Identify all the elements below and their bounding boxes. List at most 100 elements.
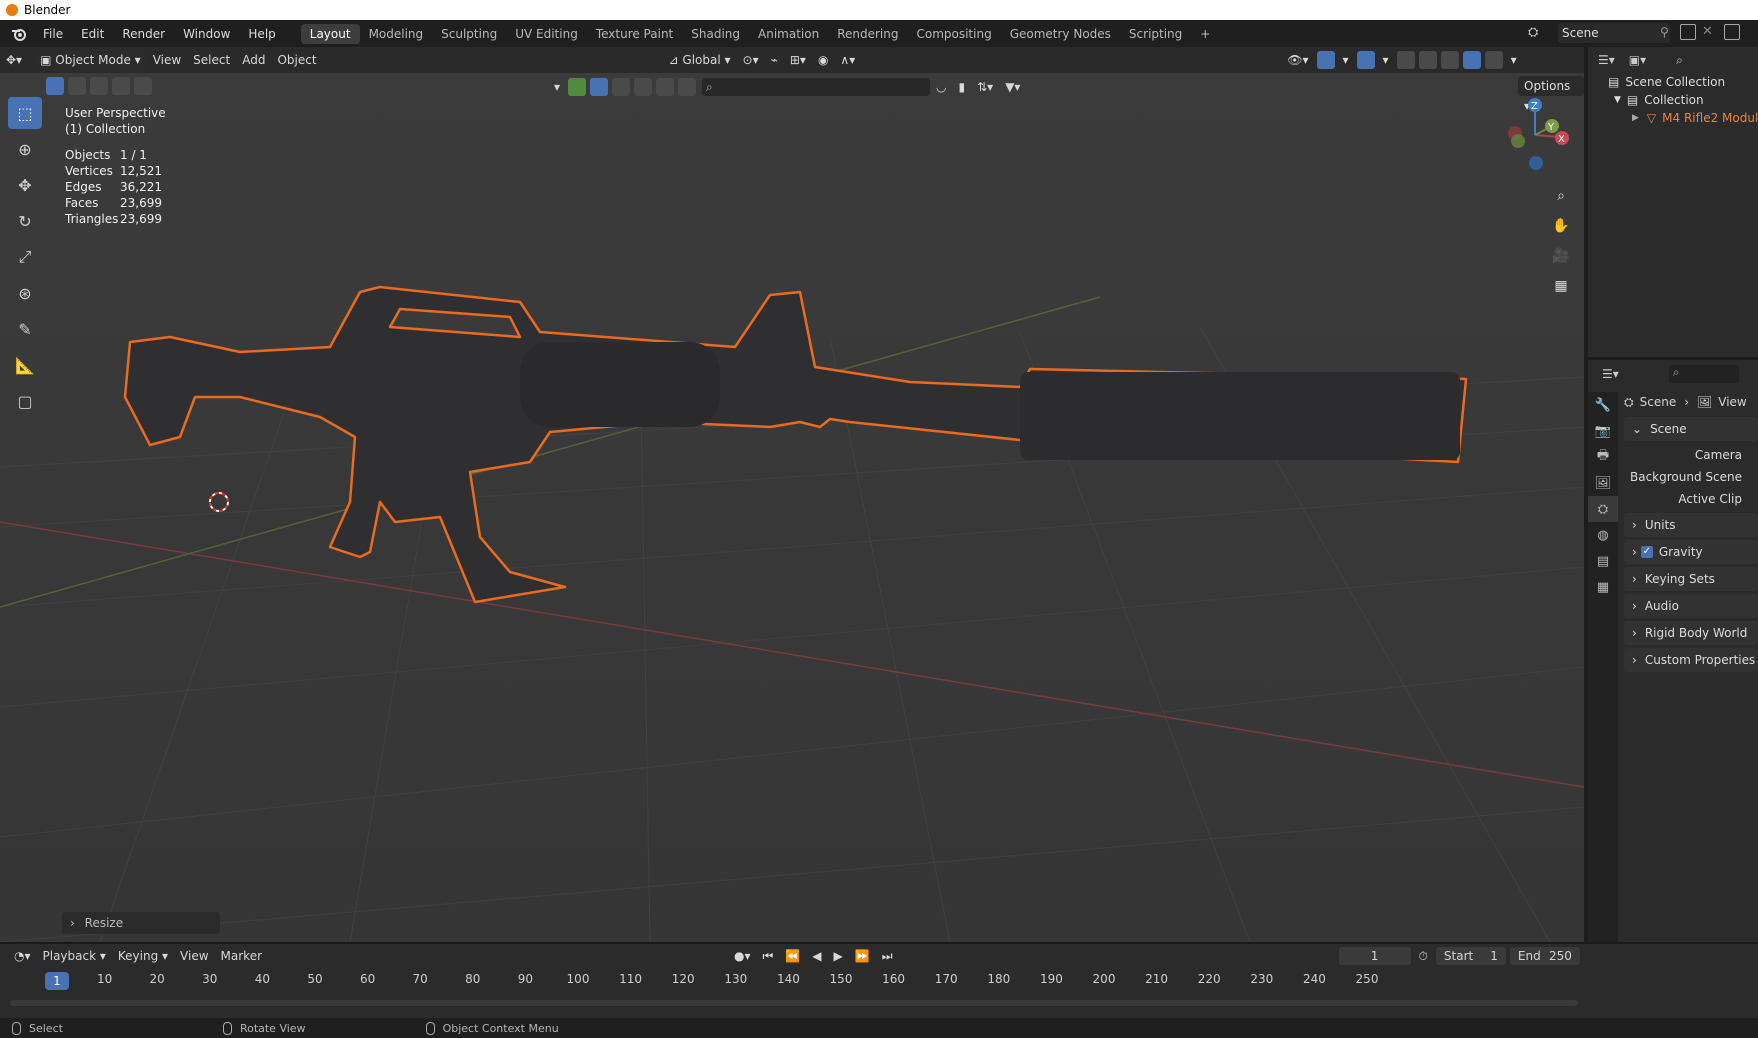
outliner-object-row[interactable]: ▶ ▽ M4 Rifle2 Modula [1588,109,1758,127]
select-box-tool[interactable]: ⬚ [8,97,42,129]
shading-dropdown-icon[interactable]: ▾ [1505,50,1523,70]
texture-properties-tab[interactable]: ▦ [1588,574,1618,600]
timeline-editor-icon[interactable]: ◔▾ [8,946,37,966]
scene-name-field[interactable]: Scene [1558,23,1670,43]
filter-icon[interactable]: ▼▾ [999,77,1026,97]
tab-compositing[interactable]: Compositing [907,24,1000,44]
units-panel[interactable]: › Units [1624,513,1758,537]
menu-keying[interactable]: Keying ▾ [112,946,174,966]
gizmo-dropdown-icon[interactable]: ▾ [1337,50,1355,70]
bookmark-icon[interactable]: ▮ [953,77,972,97]
pan-hand-icon[interactable]: ✋ [1548,213,1574,239]
scene-panel-header[interactable]: ⌄ Scene [1624,417,1758,441]
end-frame-field[interactable]: End 250 [1509,947,1580,965]
scale-tool[interactable]: ⤢ [8,241,42,273]
3d-viewport[interactable]: ✥▾ ▣ Object Mode ▾ View Select Add Objec… [0,47,1584,942]
audio-panel[interactable]: › Audio [1624,594,1758,618]
filter-dropdown-icon[interactable]: ▾ [548,77,566,97]
playhead-marker[interactable]: 1 [45,972,69,990]
select-intersect-icon[interactable] [134,77,152,95]
add-workspace-icon[interactable]: + [1191,24,1219,44]
solid-shading-icon[interactable] [1440,51,1459,69]
tab-geometry-nodes[interactable]: Geometry Nodes [1001,24,1120,44]
menu-window[interactable]: Window [174,27,239,41]
menu-playback[interactable]: Playback ▾ [37,946,112,966]
filter-world-icon[interactable] [656,78,675,96]
proportional-edit-icon[interactable]: ◉ [812,50,834,70]
camera-view-icon[interactable]: 🎥 [1548,243,1574,269]
tab-shading[interactable]: Shading [682,24,749,44]
pivot-icon[interactable]: ⊙▾ [737,50,765,70]
transform-tool[interactable]: ⊛ [8,277,42,309]
filter-camera-icon[interactable] [634,78,653,96]
sort-icon[interactable]: ⇅▾ [971,77,999,97]
blender-menu-icon[interactable] [8,25,30,43]
record-icon[interactable]: ●▾ [728,946,757,966]
view-layer-icon[interactable] [1724,24,1740,40]
rendered-shading-icon[interactable] [1484,51,1503,69]
xray-toggle-icon[interactable] [1396,51,1415,69]
play-icon[interactable]: ▶ [828,946,849,966]
menu-select[interactable]: Select [187,50,236,70]
select-extend-icon[interactable] [68,77,86,95]
properties-editor-icon[interactable]: ☰▾ [1602,367,1619,381]
expand-collection-icon[interactable]: ▼ [1614,95,1621,105]
axis-gizmo[interactable]: Z X Y [1480,95,1580,175]
render-properties-tab[interactable]: 📷 [1588,418,1618,444]
select-subtract-icon[interactable] [90,77,108,95]
active-clip-field[interactable]: Active Clip [1624,488,1758,510]
transform-orientation[interactable]: ⊿ Global ▾ [663,50,737,70]
custom-properties-panel[interactable]: › Custom Properties [1624,648,1758,672]
select-invert-icon[interactable] [112,77,130,95]
select-new-icon[interactable] [46,77,64,95]
rigid-body-world-panel[interactable]: › Rigid Body World [1624,621,1758,645]
outliner-search-icon[interactable]: ⌕ [1676,53,1683,68]
options-dropdown[interactable]: Options ▾ [1518,76,1584,113]
current-frame-field[interactable]: 1 [1338,947,1411,965]
outliner-scene-collection[interactable]: ▤ Scene Collection [1588,73,1758,91]
navigation-gizmo[interactable]: Z X Y ⌕ ✋ 🎥 ▦ [1480,95,1580,315]
ortho-toggle-icon[interactable]: ▦ [1548,273,1574,299]
jump-keyframe-forward-icon[interactable]: ⏩ [849,946,876,966]
new-scene-icon[interactable] [1680,24,1696,40]
expand-object-icon[interactable]: ▶ [1632,113,1639,123]
collection-properties-tab[interactable]: ▤ [1588,548,1618,574]
tab-sculpting[interactable]: Sculpting [432,24,506,44]
output-properties-tab[interactable]: 🖶 [1588,444,1618,470]
scene-selector-icon[interactable]: ⛭ [1528,25,1552,43]
menu-marker[interactable]: Marker [215,946,268,966]
view-layer-tab[interactable]: 🖼 [1588,470,1618,496]
editor-type-icon[interactable]: ✥▾ [0,50,28,70]
tab-texture-paint[interactable]: Texture Paint [587,24,682,44]
timeline-ruler[interactable]: 10 20 30 40 50 60 70 80 90 100 110 120 130 140 150 160 1… [0,972,1580,992]
move-tool[interactable]: ✥ [8,169,42,201]
delete-scene-icon[interactable]: ✕ [1702,24,1713,39]
menu-help[interactable]: Help [239,27,284,41]
timeline-scrollbar[interactable] [10,1000,1578,1006]
tab-uv-editing[interactable]: UV Editing [506,24,587,44]
rotate-tool[interactable]: ↻ [8,205,42,237]
menu-timeline-view[interactable]: View [174,946,214,966]
cursor-tool[interactable]: ⊕ [8,133,42,165]
tab-animation[interactable]: Animation [749,24,828,44]
menu-render[interactable]: Render [113,27,174,41]
scene-properties-tab[interactable]: ⛭ [1588,496,1618,522]
zoom-icon[interactable]: ⌕ [1548,183,1574,209]
falloff-icon[interactable]: ∧▾ [834,50,861,70]
filter-other-icon[interactable] [678,78,697,96]
material-preview-shading-icon[interactable] [1462,51,1481,69]
mode-selector[interactable]: ▣ Object Mode ▾ [34,50,147,70]
filter-mesh-icon[interactable] [568,78,587,96]
overlay-dropdown-icon[interactable]: ▾ [1377,50,1395,70]
jump-start-icon[interactable]: ⏮ [757,946,780,966]
gizmo-toggle-icon[interactable] [1316,51,1335,69]
viewport-search-input[interactable]: ⌕ [702,78,931,96]
world-properties-tab[interactable]: ◍ [1588,522,1618,548]
menu-file[interactable]: File [34,27,72,41]
tab-rendering[interactable]: Rendering [828,24,907,44]
menu-edit[interactable]: Edit [72,27,113,41]
background-scene-field[interactable]: Background Scene [1624,466,1758,488]
jump-keyframe-back-icon[interactable]: ⏪ [779,946,806,966]
funnel-icon[interactable]: ◡ [930,77,952,97]
pin-icon[interactable]: ⚲ [1660,25,1669,39]
